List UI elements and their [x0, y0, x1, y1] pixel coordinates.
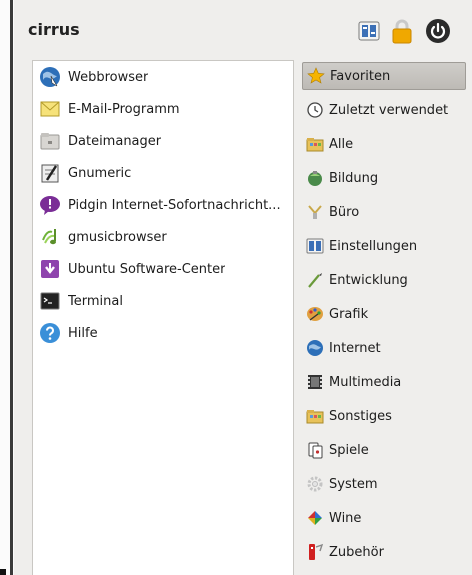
category-label: Zubehör [329, 544, 384, 560]
app-item-gnumeric[interactable]: Gnumeric [36, 158, 290, 188]
category-spiele[interactable]: Spiele [302, 436, 466, 464]
app-item-pidgin[interactable]: Pidgin Internet-Sofortnachricht... [36, 190, 290, 220]
pidgin-icon [40, 196, 60, 215]
category-zubehoer[interactable]: Zubehör [302, 538, 466, 566]
games-icon [308, 442, 323, 459]
app-item-terminal[interactable]: Terminal [36, 286, 290, 316]
terminal-icon [40, 292, 60, 310]
category-wine[interactable]: Wine [302, 504, 466, 532]
category-label: Multimedia [329, 374, 402, 390]
office-icon [308, 205, 322, 219]
app-item-email[interactable]: E-Mail-Programm [36, 94, 290, 124]
category-multimedia[interactable]: Multimedia [302, 368, 466, 396]
app-item-gmusicbrowser[interactable]: gmusicbrowser [36, 222, 290, 252]
app-item-software-center[interactable]: Ubuntu Software-Center [36, 254, 290, 284]
education-icon [308, 171, 322, 186]
category-label: Grafik [329, 306, 369, 322]
web-browser-icon [40, 67, 60, 87]
clock-icon [307, 102, 323, 118]
category-grafik[interactable]: Grafik [302, 300, 466, 328]
spreadsheet-icon [41, 164, 59, 183]
category-label: Büro [329, 204, 360, 220]
menu-header: cirrus [14, 0, 472, 60]
category-label: Spiele [329, 442, 369, 458]
category-label: Alle [329, 136, 354, 152]
username: cirrus [28, 20, 80, 39]
wine-icon [308, 511, 322, 525]
edge-corner [0, 569, 6, 575]
star-icon [307, 67, 325, 84]
settings-icon [358, 21, 380, 41]
app-label: E-Mail-Programm [68, 101, 180, 117]
category-sonstiges[interactable]: Sonstiges [302, 402, 466, 430]
lock-screen-button[interactable] [389, 18, 415, 44]
category-system[interactable]: System [302, 470, 466, 498]
category-alle[interactable]: Alle [302, 130, 466, 158]
help-icon [40, 323, 60, 343]
email-icon [40, 101, 60, 117]
internet-icon [307, 340, 323, 356]
category-label: Einstellungen [329, 238, 418, 254]
app-label: Hilfe [68, 325, 98, 341]
category-label: Entwicklung [329, 272, 408, 288]
category-label: System [329, 476, 378, 492]
power-icon [426, 19, 450, 43]
app-label: Gnumeric [68, 165, 132, 181]
graphics-icon [307, 307, 323, 321]
app-label: Pidgin Internet-Sofortnachricht... [68, 197, 281, 213]
category-label: Zuletzt verwendet [329, 102, 449, 118]
software-center-icon [41, 260, 59, 278]
category-label: Favoriten [330, 68, 391, 84]
app-label: Dateimanager [68, 133, 162, 149]
category-zuletzt-verwendet[interactable]: Zuletzt verwendet [302, 96, 466, 124]
app-label: gmusicbrowser [68, 229, 167, 245]
category-label: Sonstiges [329, 408, 392, 424]
music-icon [42, 229, 56, 245]
power-button[interactable] [425, 18, 451, 44]
category-internet[interactable]: Internet [302, 334, 466, 362]
category-buero[interactable]: Büro [302, 198, 466, 226]
app-item-filemanager[interactable]: Dateimanager [36, 126, 290, 156]
category-entwicklung[interactable]: Entwicklung [302, 266, 466, 294]
category-einstellungen[interactable]: Einstellungen [302, 232, 466, 260]
category-label: Wine [329, 510, 362, 526]
folder-icon [40, 133, 60, 150]
app-label: Webbrowser [68, 69, 149, 85]
folder-icon [306, 410, 324, 424]
category-label: Bildung [329, 170, 379, 186]
application-menu: cirrus Webbrowser E-Mail-Programm Dateim… [14, 0, 472, 575]
accessories-icon [309, 543, 324, 560]
multimedia-icon [308, 375, 322, 389]
app-item-webbrowser[interactable]: Webbrowser [36, 62, 290, 92]
system-gear-icon [307, 476, 323, 492]
app-label: Ubuntu Software-Center [68, 261, 226, 277]
category-bildung[interactable]: Bildung [302, 164, 466, 192]
app-label: Terminal [68, 293, 123, 309]
settings-button[interactable] [356, 18, 382, 44]
folder-icon [306, 138, 324, 152]
window-edge [0, 0, 14, 575]
development-icon [308, 273, 322, 288]
lock-icon [392, 19, 412, 44]
app-item-help[interactable]: Hilfe [36, 318, 290, 348]
settings-icon [306, 238, 324, 254]
category-label: Internet [329, 340, 381, 356]
category-favoriten[interactable]: Favoriten [302, 62, 466, 90]
